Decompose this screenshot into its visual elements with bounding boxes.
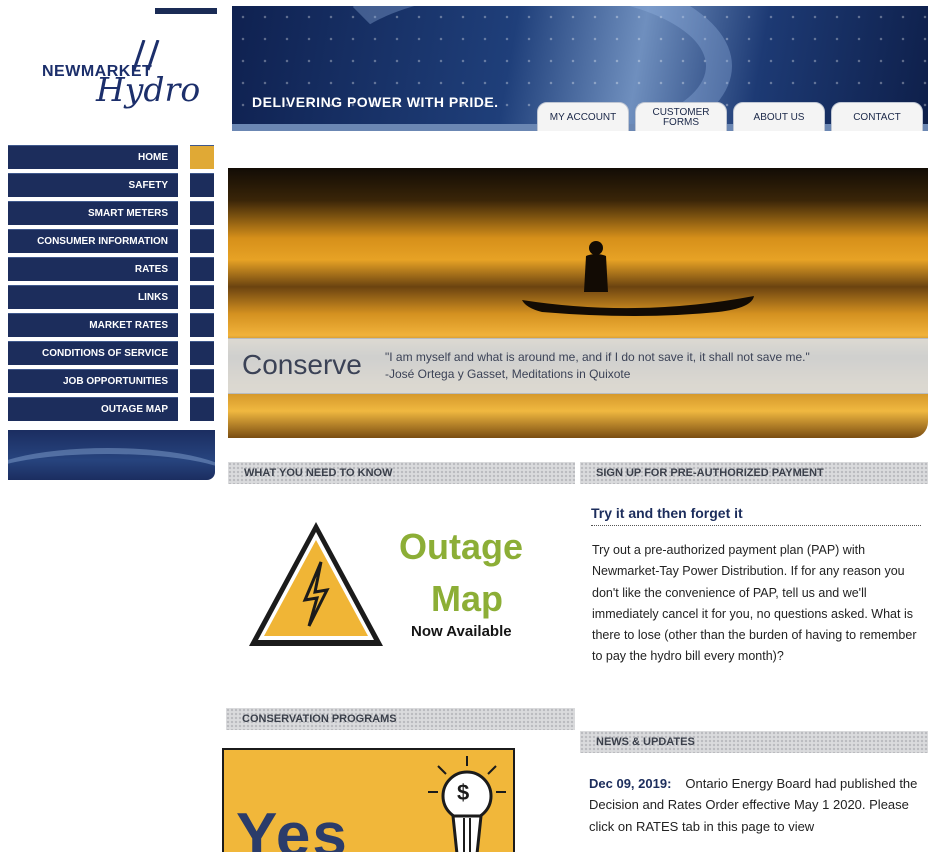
hero-image: Conserve "I am myself and what is around…: [228, 168, 928, 438]
tab-about-us[interactable]: ABOUT US: [733, 102, 825, 131]
outage-subtitle: Now Available: [411, 623, 512, 640]
nav-indicator: [190, 341, 214, 365]
section-header-pap: SIGN UP FOR PRE-AUTHORIZED PAYMENT: [580, 462, 928, 484]
canoe-silhouette-icon: [522, 296, 754, 316]
nav-indicator: [190, 201, 214, 225]
section-header-news: NEWS & UPDATES: [580, 731, 928, 753]
sidebar-footer-graphic: [8, 430, 215, 480]
nav-indicator: [190, 369, 214, 393]
nav-indicator: [190, 285, 214, 309]
outage-title-line2: Map: [431, 578, 503, 619]
pap-title: Try it and then forget it: [591, 505, 921, 526]
nav-indicator: [190, 229, 214, 253]
conservation-program-card[interactable]: Yes $: [222, 748, 515, 852]
top-tabs: MY ACCOUNT CUSTOMER FORMS ABOUT US CONTA…: [537, 102, 923, 131]
logo[interactable]: NEWMARKET Hydro: [0, 0, 226, 140]
sidebar-item-safety[interactable]: SAFETY: [8, 173, 178, 197]
hero-quote: "I am myself and what is around me, and …: [385, 349, 925, 383]
outage-title-line1: Outage: [399, 526, 524, 567]
section-header-need-to-know: WHAT YOU NEED TO KNOW: [228, 462, 575, 484]
sidebar-nav: HOME SAFETY SMART METERS CONSUMER INFORM…: [8, 145, 216, 425]
light-bulb-dollar-sign: $: [457, 780, 470, 805]
news-date: Dec 09, 2019:: [589, 776, 672, 791]
outage-map-promo[interactable]: Outage Map Now Available: [245, 518, 555, 653]
paddler-silhouette-icon: [584, 241, 608, 292]
sidebar-item-smart-meters[interactable]: SMART METERS: [8, 201, 178, 225]
nav-indicator: [190, 397, 214, 421]
hero-quote-text: "I am myself and what is around me, and …: [385, 350, 810, 364]
logo-name-line2: Hydro: [96, 70, 201, 109]
warning-triangle-icon: [249, 522, 383, 646]
tagline: DELIVERING POWER WITH PRIDE.: [252, 94, 499, 110]
sidebar-item-job-opportunities[interactable]: JOB OPPORTUNITIES: [8, 369, 178, 393]
sidebar-item-market-rates[interactable]: MARKET RATES: [8, 313, 178, 337]
nav-indicator: [190, 313, 214, 337]
pap-body: Try out a pre-authorized payment plan (P…: [592, 543, 917, 664]
news-item: Dec 09, 2019: Ontario Energy Board had pu…: [589, 773, 924, 837]
sidebar-item-conditions-of-service[interactable]: CONDITIONS OF SERVICE: [8, 341, 178, 365]
tab-customer-forms[interactable]: CUSTOMER FORMS: [635, 102, 727, 131]
sidebar-item-rates[interactable]: RATES: [8, 257, 178, 281]
nav-indicator: [190, 257, 214, 281]
sidebar-item-outage-map[interactable]: OUTAGE MAP: [8, 397, 178, 421]
hero-quote-author: -José Ortega y Gasset, Meditations in Qu…: [385, 367, 631, 381]
conservation-card-text: Yes: [236, 801, 349, 852]
hero-caption-title: Conserve: [242, 349, 362, 380]
tab-contact[interactable]: CONTACT: [831, 102, 923, 131]
section-header-conservation: CONSERVATION PROGRAMS: [226, 708, 575, 730]
tab-my-account[interactable]: MY ACCOUNT: [537, 102, 629, 131]
active-indicator: [190, 145, 214, 169]
sidebar-item-home[interactable]: HOME: [8, 145, 178, 169]
logo-top-bar: [155, 8, 217, 14]
sidebar-item-links[interactable]: LINKS: [8, 285, 178, 309]
nav-indicator: [190, 173, 214, 197]
hero-caption: Conserve "I am myself and what is around…: [228, 338, 928, 394]
sidebar-item-consumer-information[interactable]: CONSUMER INFORMATION: [8, 229, 178, 253]
header-banner: DELIVERING POWER WITH PRIDE. MY ACCOUNT …: [232, 6, 928, 131]
